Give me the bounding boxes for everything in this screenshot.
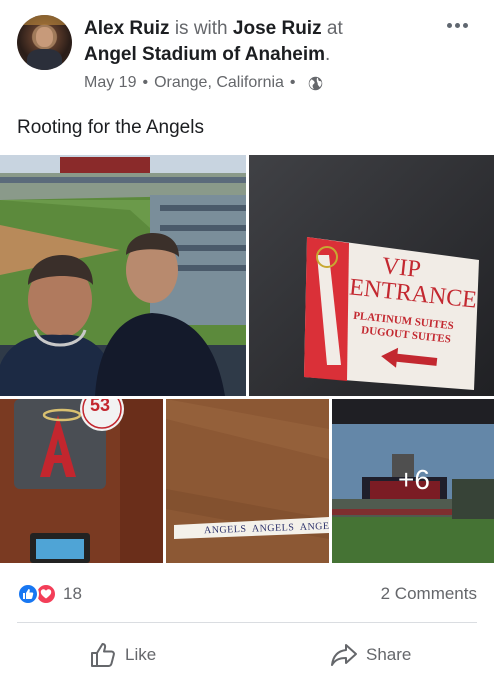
share-label: Share (366, 645, 412, 664)
comments-count-link[interactable]: 2 Comments (381, 582, 477, 606)
tagged-friend-link[interactable]: Jose Ruiz (233, 18, 322, 39)
meta-separator-2: • (289, 74, 296, 91)
like-reaction-icon (17, 583, 39, 605)
post-caption: Rooting for the Angels (17, 117, 204, 138)
like-label: Like (125, 645, 157, 664)
more-options-icon[interactable] (444, 16, 470, 34)
place-suffix: . (325, 44, 331, 65)
jersey-number: 53 (90, 399, 111, 415)
photo-selfie-stadium[interactable] (0, 155, 246, 396)
reactions-summary[interactable]: 18 (17, 582, 82, 606)
more-photos-count: +6 (398, 464, 430, 495)
meta-separator: • (142, 74, 149, 91)
photo-wristband[interactable]: ANGELS ANGELS ANGEL (166, 399, 329, 563)
reaction-count: 18 (63, 584, 82, 603)
with-text: is with (174, 18, 228, 39)
share-arrow-icon (331, 644, 357, 666)
action-divider (17, 622, 477, 623)
post-header-line-1: Alex Ruiz is with Jose Ruiz at (84, 17, 343, 41)
at-text: at (326, 18, 343, 39)
post-header-line-2: Angel Stadium of Anaheim. (84, 43, 330, 67)
post-meta: May 19 • Orange, California • (84, 72, 323, 94)
like-button[interactable]: Like (89, 638, 156, 672)
thumbs-up-icon (91, 643, 115, 667)
feed-post: Alex Ruiz is with Jose Ruiz at Angel Sta… (0, 0, 494, 684)
author-avatar[interactable] (17, 15, 72, 70)
more-photos-overlay[interactable]: +6 (332, 399, 494, 563)
share-button[interactable]: Share (330, 638, 411, 672)
photo-vip-entrance-sign[interactable]: VIP ENTRANCE PLATINUM SUITES DUGOUT SUIT… (249, 155, 494, 396)
photo-stadium-more[interactable]: +6 (332, 399, 494, 563)
post-location[interactable]: Orange, California (154, 72, 284, 94)
post-date[interactable]: May 19 (84, 72, 136, 94)
place-link[interactable]: Angel Stadium of Anaheim (84, 44, 325, 65)
author-name-link[interactable]: Alex Ruiz (84, 18, 170, 39)
globe-icon[interactable] (308, 76, 323, 91)
photo-angels-logo[interactable]: 53 (0, 399, 163, 563)
